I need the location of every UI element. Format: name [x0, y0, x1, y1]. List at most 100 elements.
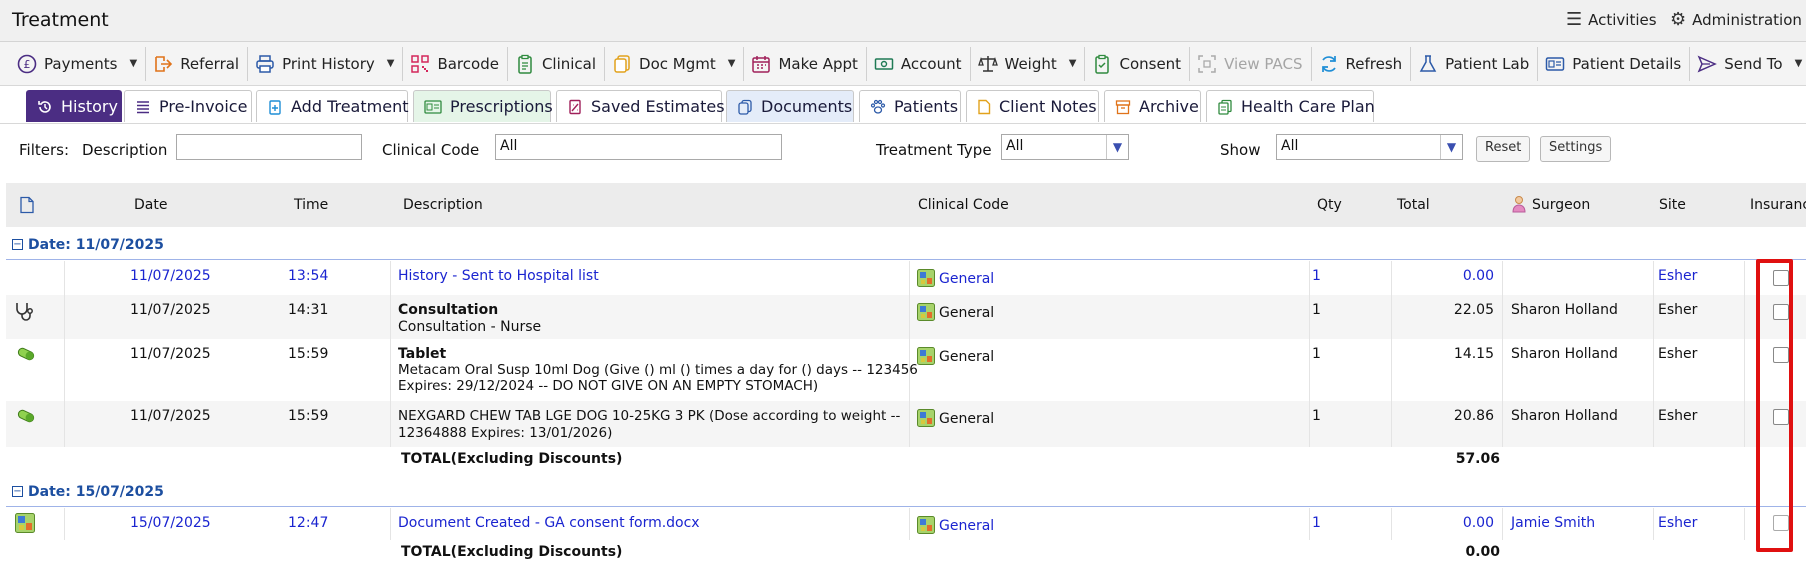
column-header-time[interactable]: Time	[294, 197, 328, 213]
collapse-icon[interactable]: −	[12, 239, 23, 250]
row-description[interactable]: NEXGARD CHEW TAB LGE DOG 10-25KG 3 PK (D…	[398, 408, 900, 442]
group-header[interactable]: − Date: 15/07/2025	[6, 477, 1806, 507]
row-description[interactable]: Tablet Metacam Oral Susp 10ml Dog (Give …	[398, 346, 918, 394]
tab-patients[interactable]: Patients	[859, 90, 961, 122]
history-icon	[37, 99, 53, 115]
weight-button[interactable]: Weight ▼	[971, 46, 1086, 81]
row-date: 11/07/2025	[130, 346, 211, 362]
title-bar: Treatment ☰ Activities ⚙ Administration	[0, 0, 1806, 42]
refresh-button[interactable]: Refresh	[1312, 46, 1412, 81]
print-history-button[interactable]: Print History ▼	[248, 46, 404, 81]
tab-prescriptions[interactable]: Prescriptions	[413, 90, 553, 122]
barcode-button[interactable]: Barcode	[403, 46, 508, 81]
send-to-button[interactable]: Send To ▼	[1690, 47, 1806, 81]
column-header-date[interactable]: Date	[134, 197, 167, 213]
tab-add-treatment[interactable]: Add Treatment	[256, 90, 408, 122]
pill-icon	[16, 347, 36, 365]
tab-documents-label: Documents	[761, 97, 853, 116]
column-header-description[interactable]: Description	[403, 197, 483, 213]
table-row[interactable]: 11/07/2025 14:31 Consultation Consultati…	[6, 295, 1806, 339]
table-row[interactable]: 11/07/2025 13:54 History - Sent to Hospi…	[6, 261, 1806, 295]
view-pacs-label: View PACS	[1224, 54, 1303, 73]
chevron-down-icon[interactable]: ▼	[1795, 58, 1803, 69]
account-button[interactable]: Account	[867, 46, 971, 81]
treatment-type-filter-label: Treatment Type	[876, 141, 992, 159]
tab-saved-estimates[interactable]: Saved Estimates	[556, 90, 725, 122]
clinical-code-label: General	[939, 271, 995, 287]
chevron-down-icon[interactable]: ▼	[387, 58, 395, 69]
make-appt-button[interactable]: Make Appt	[744, 46, 867, 81]
filters-label: Filters:	[19, 141, 70, 159]
row-time: 12:47	[288, 515, 329, 531]
collapse-icon[interactable]: −	[12, 486, 23, 497]
referral-arrow-icon	[152, 53, 174, 75]
show-filter-label: Show	[1220, 141, 1261, 159]
tab-client-notes[interactable]: Client Notes	[966, 90, 1099, 122]
column-header-surgeon[interactable]: Surgeon	[1532, 197, 1590, 213]
row-time: 14:31	[288, 302, 329, 318]
settings-button[interactable]: Settings	[1540, 136, 1612, 162]
chevron-down-icon[interactable]: ▼	[1106, 135, 1128, 159]
print-history-label: Print History	[282, 54, 375, 73]
table-row[interactable]: 11/07/2025 15:59 Tablet Metacam Oral Sus…	[6, 339, 1806, 401]
column-header-site[interactable]: Site	[1659, 197, 1686, 213]
clinical-button[interactable]: Clinical	[508, 46, 606, 81]
referral-button[interactable]: Referral	[146, 46, 249, 81]
row-description[interactable]: Consultation Consultation - Nurse	[398, 302, 541, 335]
table-row[interactable]: 11/07/2025 15:59 NEXGARD CHEW TAB LGE DO…	[6, 401, 1806, 447]
clinical-code-icon	[917, 516, 935, 534]
tab-documents[interactable]: Documents	[726, 90, 854, 122]
document-created-icon	[15, 513, 35, 537]
clinical-code-filter-input[interactable]: All	[495, 134, 782, 160]
treatment-type-select[interactable]: All ▼	[1001, 134, 1129, 160]
tab-pre-invoice[interactable]: Pre-Invoice	[124, 90, 252, 122]
description-filter-input[interactable]	[176, 134, 362, 160]
row-description[interactable]: Document Created - GA consent form.docx	[398, 515, 700, 531]
clipboard-icon	[514, 53, 536, 75]
column-header-insurance[interactable]: Insurance	[1750, 197, 1806, 213]
table-row[interactable]: 15/07/2025 12:47 Document Created - GA c…	[6, 508, 1806, 540]
column-header-clinical-code[interactable]: Clinical Code	[918, 197, 1009, 213]
toolbar: £ Payments ▼ Referral Print History ▼ Ba…	[0, 42, 1806, 86]
row-site: Esher	[1658, 408, 1698, 424]
consent-button[interactable]: Consent	[1085, 46, 1191, 81]
clipboard-check-icon	[1091, 53, 1113, 75]
row-description[interactable]: History - Sent to Hospital list	[398, 268, 599, 284]
column-header-qty[interactable]: Qty	[1317, 197, 1342, 213]
row-total: 20.86	[1453, 408, 1494, 424]
patient-lab-button[interactable]: Patient Lab	[1411, 46, 1539, 81]
view-pacs-button[interactable]: View PACS	[1190, 46, 1312, 81]
group-total-value: 57.06	[1455, 451, 1500, 467]
tab-health-care-plan[interactable]: Health Care Plan	[1206, 90, 1375, 122]
activities-label: Activities	[1588, 10, 1657, 29]
chevron-down-icon[interactable]: ▼	[1069, 58, 1077, 69]
doc-mgmt-button[interactable]: Doc Mgmt ▼	[605, 46, 745, 81]
column-header-total[interactable]: Total	[1397, 197, 1430, 213]
tab-history[interactable]: History	[26, 90, 122, 122]
chevron-down-icon[interactable]: ▼	[1440, 135, 1462, 159]
show-select[interactable]: All ▼	[1276, 134, 1463, 160]
estimate-icon	[567, 99, 583, 115]
tab-health-care-plan-label: Health Care Plan	[1241, 97, 1375, 116]
row-description-detail: Expires: 29/12/2024 -- DO NOT GIVE ON AN…	[398, 378, 819, 394]
barcode-label: Barcode	[437, 54, 499, 73]
row-site: Esher	[1658, 346, 1698, 362]
group-header[interactable]: − Date: 11/07/2025	[6, 230, 1806, 260]
tab-history-label: History	[61, 97, 118, 116]
clinical-code-label: General	[939, 411, 995, 427]
tab-archive[interactable]: Archive	[1104, 90, 1201, 122]
administration-button[interactable]: ⚙ Administration	[1670, 9, 1802, 30]
chevron-down-icon[interactable]: ▼	[728, 58, 736, 69]
activities-button[interactable]: ☰ Activities	[1566, 9, 1657, 30]
referral-label: Referral	[180, 54, 240, 73]
chevron-down-icon[interactable]: ▼	[129, 58, 137, 69]
row-total: 14.15	[1453, 346, 1494, 362]
flask-icon	[1417, 53, 1439, 75]
stethoscope-icon	[14, 301, 36, 325]
reset-button[interactable]: Reset	[1476, 136, 1531, 162]
patient-details-button[interactable]: Patient Details	[1538, 46, 1691, 81]
consent-label: Consent	[1119, 54, 1182, 73]
payments-button[interactable]: £ Payments ▼	[10, 46, 147, 81]
row-total: 0.00	[1462, 268, 1494, 284]
group-total-label: TOTAL(Excluding Discounts)	[401, 451, 623, 467]
